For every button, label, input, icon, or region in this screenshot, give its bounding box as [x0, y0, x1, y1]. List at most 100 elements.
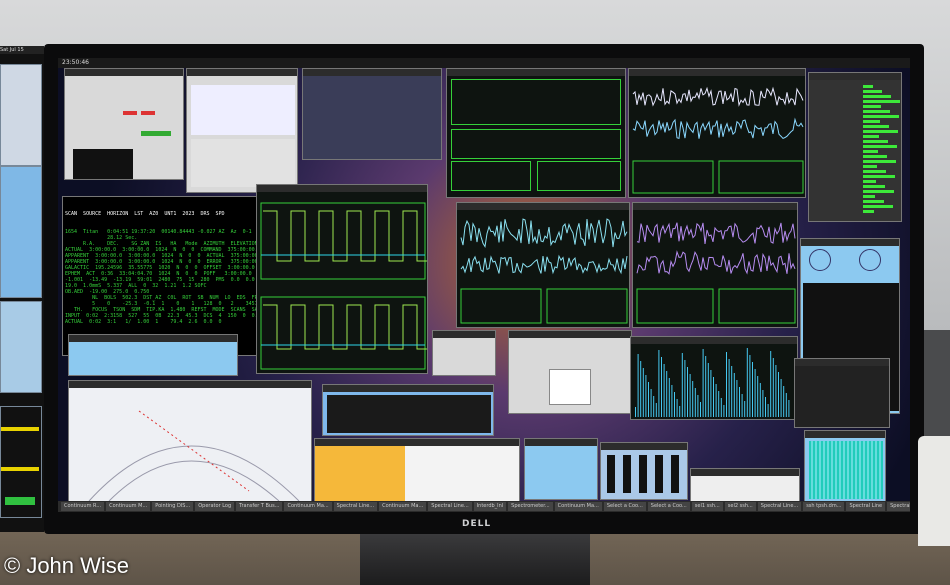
continuum-bar: [752, 362, 753, 417]
if-matrix-window[interactable]: [302, 68, 442, 160]
beam-memory-window[interactable]: [804, 430, 886, 502]
if-matrix-titlebar[interactable]: [303, 69, 441, 76]
level-bar: [863, 120, 880, 123]
beam-chart-window[interactable]: [794, 358, 890, 428]
beam-chart-titlebar[interactable]: [795, 359, 889, 366]
continuum-bar: [694, 388, 696, 417]
taskbar-item[interactable]: sel1 ssh...: [691, 502, 723, 511]
terminal-window[interactable]: SCAN SOURCE HORIZON LST AZ0 UNT1 2023 DR…: [62, 196, 262, 356]
transmitter-dialog[interactable]: [508, 330, 632, 414]
continuum-bar: [778, 372, 779, 417]
beam-memory-titlebar[interactable]: [805, 431, 885, 438]
taskbar-item[interactable]: Continuum Ma...: [284, 502, 332, 511]
continuum-bar: [726, 352, 727, 417]
weight-window[interactable]: [322, 384, 494, 436]
taskbar-item[interactable]: Spectral Line...: [333, 502, 378, 511]
taskbar-item[interactable]: Transfer T Bus...: [236, 502, 283, 511]
antenna-controls[interactable]: [191, 139, 295, 187]
if-synth-titlebar[interactable]: [525, 439, 597, 446]
level-bars: [863, 85, 900, 213]
level-bar: [863, 130, 898, 133]
continuum-bar: [697, 395, 699, 417]
spectrum-window-top[interactable]: [628, 68, 806, 198]
scope-panel-4: [537, 161, 621, 191]
terminal-header: SCAN SOURCE HORIZON LST AZ0 UNT1 2023 DR…: [65, 211, 225, 217]
taskbar-item[interactable]: Select a Coo...: [647, 502, 690, 511]
meters-titlebar[interactable]: [601, 443, 687, 450]
antenna-window-titlebar[interactable]: [187, 69, 297, 76]
taskbar-item[interactable]: Spectrometer...: [508, 502, 553, 511]
receiver-window[interactable]: [64, 68, 184, 180]
taskbar-item[interactable]: Spectral Line: [846, 502, 886, 511]
continuum-scope-window[interactable]: [630, 336, 798, 420]
continuum-bar: [650, 389, 652, 417]
continuum-bar: [754, 369, 756, 417]
level-bar: [863, 90, 882, 93]
weight-window-titlebar[interactable]: [323, 385, 493, 392]
taskbar-item[interactable]: sel2 ssh...: [724, 502, 756, 511]
pointing-plot-window[interactable]: [68, 380, 312, 510]
catalog-dialog-titlebar[interactable]: [433, 331, 495, 338]
dial-window-titlebar[interactable]: [801, 239, 899, 246]
continuum-bar: [739, 387, 740, 417]
level-bar: [863, 155, 887, 158]
data-listing-titlebar[interactable]: [69, 335, 237, 342]
catalog-dialog[interactable]: [432, 330, 496, 376]
left-window-blue: [0, 166, 42, 298]
status-indicator-red-2: [141, 111, 155, 115]
level-bar: [863, 165, 877, 168]
power-scope-titlebar[interactable]: [447, 69, 625, 76]
continuum-bar: [741, 394, 743, 417]
continuum-bar: [788, 400, 790, 417]
taskbar-item[interactable]: Spectral Line...: [428, 502, 472, 511]
continuum-bar: [689, 374, 691, 417]
scope-panel-2: [451, 129, 621, 159]
taskbar-item[interactable]: Spectral Line...: [757, 502, 802, 511]
histogram-window[interactable]: [690, 468, 800, 502]
continuum-bar: [679, 406, 681, 417]
level-bar: [863, 205, 893, 208]
meters-window[interactable]: [600, 442, 688, 500]
data-listing-window[interactable]: [68, 334, 238, 376]
right-side-object: [918, 436, 950, 546]
continuum-bar: [676, 399, 678, 417]
taskbar-item[interactable]: Continuum Ma...: [554, 502, 602, 511]
taskbar-item[interactable]: Continuum R...: [61, 502, 105, 511]
operator-log-window[interactable]: [314, 438, 520, 502]
scope-panel-1: [451, 79, 621, 125]
continuum-bar: [710, 370, 712, 417]
continuum-bar: [661, 357, 662, 417]
dial-gauge-2: [859, 249, 881, 271]
continuum-bar: [785, 393, 787, 417]
strip-chart-window[interactable]: [256, 184, 428, 374]
taskbar-item[interactable]: ssh tpsh.dm...: [803, 502, 845, 511]
continuum-bar: [700, 402, 701, 417]
monitor-stand: [360, 534, 590, 585]
histogram-titlebar[interactable]: [691, 469, 799, 476]
photo-watermark: © John Wise: [4, 553, 130, 578]
antenna-data-window[interactable]: [186, 68, 298, 193]
continuum-bar: [671, 385, 673, 417]
transmitter-dialog-titlebar[interactable]: [509, 331, 631, 338]
continuum-bar: [687, 367, 688, 417]
continuum-bar: [770, 351, 772, 417]
if-synth-window[interactable]: [524, 438, 598, 500]
operator-log-titlebar[interactable]: [315, 439, 519, 446]
taskbar-item[interactable]: Spectral Line: [887, 502, 910, 511]
continuum-scope-bars: [635, 348, 790, 417]
spectrum-window-mid-right[interactable]: [632, 202, 798, 328]
continuum-bar: [749, 355, 751, 417]
taskbar-item[interactable]: Select a Coo...: [603, 502, 646, 511]
taskbar-item[interactable]: Operator Log: [195, 502, 235, 511]
taskbar-item[interactable]: Pointing DIS...: [152, 502, 194, 511]
level-bar: [863, 145, 897, 148]
level-bar: [863, 105, 881, 108]
spectrum-window-mid-left[interactable]: [456, 202, 630, 328]
level-meters-window[interactable]: [808, 72, 902, 222]
beam-memory-grid: [809, 441, 883, 499]
receiver-window-titlebar[interactable]: [65, 69, 183, 76]
power-scope-window[interactable]: [446, 68, 626, 198]
taskbar-item[interactable]: Continuum Ma...: [379, 502, 427, 511]
taskbar-item[interactable]: Continuum M...: [106, 502, 151, 511]
taskbar-item[interactable]: Interdb_lnl: [473, 502, 507, 511]
